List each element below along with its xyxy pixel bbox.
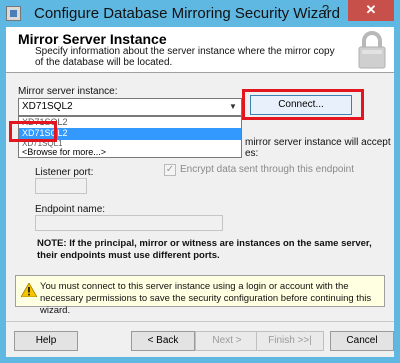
next-button[interactable]: Next > <box>195 331 259 351</box>
wizard-header: Mirror Server Instance Specify informati… <box>6 27 394 73</box>
help-title-button[interactable]: ? <box>312 0 339 21</box>
footer-divider <box>6 321 394 322</box>
mirror-instance-combobox[interactable]: XD71SQL2 ▼ <box>18 98 242 116</box>
back-button[interactable]: < Back <box>131 331 195 351</box>
endpoint-name-field[interactable] <box>35 215 223 231</box>
listener-port-label: Listener port: <box>35 167 94 178</box>
help-button[interactable]: Help <box>14 331 78 351</box>
encrypt-checkbox[interactable]: ✓ <box>164 164 176 176</box>
endpoint-info-text: mirror server instance will accept es: <box>245 137 391 159</box>
chevron-down-icon[interactable]: ▼ <box>227 101 239 113</box>
warning-text: You must connect to this server instance… <box>40 281 372 316</box>
mirror-instance-label: Mirror server instance: <box>18 86 118 97</box>
wizard-window: Configure Database Mirroring Security Wi… <box>0 0 400 363</box>
encrypt-label: Encrypt data sent through this endpoint <box>180 164 355 175</box>
endpoint-name-label: Endpoint name: <box>35 204 106 215</box>
instance-dropdown-list[interactable]: XD71SQL2 XD71SQL2 XD71SQL1 <Browse for m… <box>18 116 242 158</box>
page-description: Specify information about the server ins… <box>35 46 335 68</box>
listener-port-field[interactable] <box>35 178 87 194</box>
page-title: Mirror Server Instance <box>18 31 167 47</box>
endpoint-info-line1: mirror server instance will accept <box>245 137 391 148</box>
title-bar[interactable]: Configure Database Mirroring Security Wi… <box>0 0 400 27</box>
warning-icon <box>21 283 37 297</box>
wizard-client-area: Mirror Server Instance Specify informati… <box>6 27 394 357</box>
close-button[interactable]: ✕ <box>348 0 394 21</box>
note-text: NOTE: If the principal, mirror or witnes… <box>37 238 372 261</box>
combobox-value: XD71SQL2 <box>22 101 73 112</box>
endpoint-info-line2: es: <box>245 148 259 159</box>
cancel-button[interactable]: Cancel <box>330 331 394 351</box>
warning-panel: You must connect to this server instance… <box>15 275 385 316</box>
connect-button[interactable]: Connect... <box>250 95 352 115</box>
padlock-icon <box>358 31 386 69</box>
app-icon <box>6 6 21 21</box>
window-title: Configure Database Mirroring Security Wi… <box>34 5 340 22</box>
dropdown-item-browse[interactable]: <Browse for more...> <box>19 147 241 158</box>
finish-button[interactable]: Finish >>| <box>256 331 324 351</box>
dropdown-item[interactable]: XD71SQL2 <box>19 117 241 128</box>
